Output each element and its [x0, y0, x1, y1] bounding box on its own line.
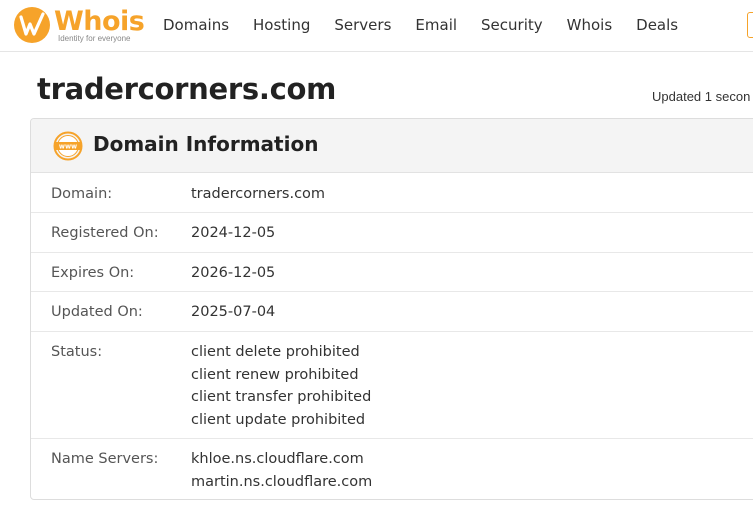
nav-domains[interactable]: Domains: [151, 16, 241, 34]
name-server-item: khloe.ns.cloudflare.com: [191, 451, 364, 467]
status-item: client transfer prohibited: [191, 389, 372, 405]
top-navigation-bar: Whois Identity for everyone Domains Host…: [0, 0, 753, 52]
expires-value: 2026-12-05: [191, 265, 276, 281]
row-domain: Domain: tradercorners.com: [31, 174, 753, 213]
whois-logo[interactable]: Whois Identity for everyone: [12, 5, 145, 45]
status-item: client delete prohibited: [191, 344, 360, 360]
nav-email[interactable]: Email: [403, 16, 469, 34]
nav-whois[interactable]: Whois: [555, 16, 625, 34]
card-title: Domain Information: [93, 132, 319, 156]
name-server-item: martin.ns.cloudflare.com: [191, 473, 373, 490]
updated-value: 2025-07-04: [191, 304, 276, 320]
page-title: tradercorners.com: [37, 72, 337, 106]
expires-label: Expires On:: [51, 265, 135, 281]
status-item: client renew prohibited: [191, 366, 359, 383]
status-item: client update prohibited: [191, 411, 366, 428]
nav-deals[interactable]: Deals: [624, 16, 690, 34]
nav-servers[interactable]: Servers: [322, 16, 403, 34]
updated-timestamp: Updated 1 secon: [652, 89, 751, 104]
status-values: client delete prohibited client renew pr…: [191, 341, 371, 431]
domain-information-card: www Domain Information Domain: tradercor…: [30, 118, 753, 500]
row-registered: Registered On: 2024-12-05: [31, 213, 753, 253]
domain-label: Domain:: [51, 186, 113, 202]
name-servers-label: Name Servers:: [51, 451, 159, 467]
registered-value: 2024-12-05: [191, 225, 276, 241]
registered-label: Registered On:: [51, 225, 159, 241]
main-nav: Domains Hosting Servers Email Security W…: [151, 0, 690, 50]
card-header: www Domain Information: [31, 119, 753, 173]
www-globe-icon: www: [53, 131, 83, 161]
row-status: Status: client delete prohibited client …: [31, 332, 753, 439]
logo-mark-icon: [14, 7, 50, 43]
nav-security[interactable]: Security: [469, 16, 555, 34]
updated-label: Updated On:: [51, 304, 143, 320]
domain-value: tradercorners.com: [191, 186, 326, 202]
www-icon-label: www: [59, 143, 77, 151]
logo-tagline: Identity for everyone: [58, 34, 131, 43]
row-name-servers: Name Servers: khloe.ns.cloudflare.com ma…: [31, 439, 753, 499]
row-updated: Updated On: 2025-07-04: [31, 292, 753, 332]
name-servers-values: khloe.ns.cloudflare.com martin.ns.cloudf…: [191, 448, 372, 493]
account-button-edge[interactable]: [747, 12, 753, 38]
status-label: Status:: [51, 344, 103, 360]
row-expires: Expires On: 2026-12-05: [31, 253, 753, 292]
nav-hosting[interactable]: Hosting: [241, 16, 322, 34]
